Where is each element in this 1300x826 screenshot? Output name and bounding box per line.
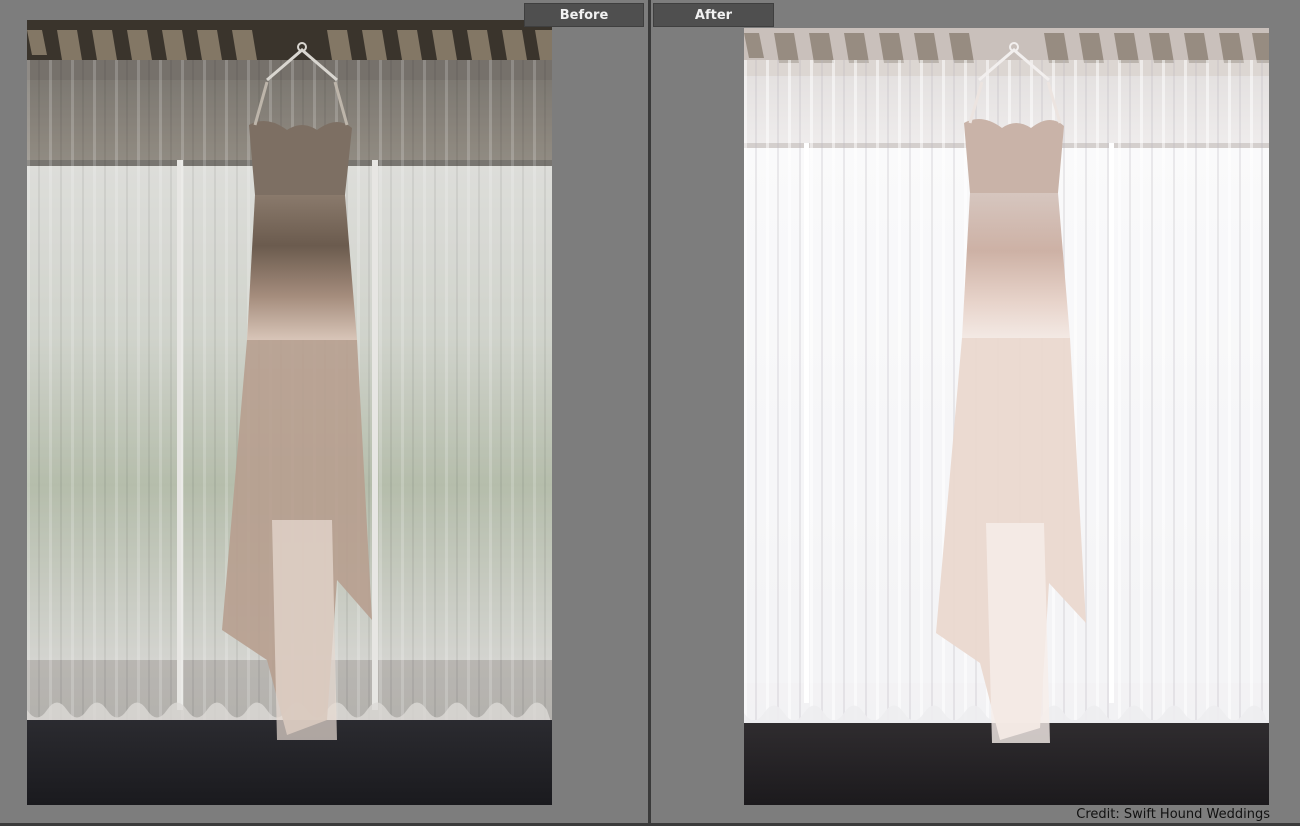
after-pane[interactable]: After Credit: Swift Hound Weddings	[651, 0, 1300, 826]
wedding-dress-photo-icon	[27, 20, 552, 805]
before-label: Before	[524, 3, 644, 27]
after-label: After	[653, 3, 774, 27]
photo-credit: Credit: Swift Hound Weddings	[1076, 807, 1270, 822]
after-photo[interactable]	[744, 28, 1269, 805]
before-pane[interactable]: Before	[0, 0, 648, 826]
wedding-dress-photo-icon	[744, 28, 1269, 805]
before-after-viewer: Before After Credit: Swift Hound Wedding…	[0, 0, 1300, 826]
before-photo[interactable]	[27, 20, 552, 805]
